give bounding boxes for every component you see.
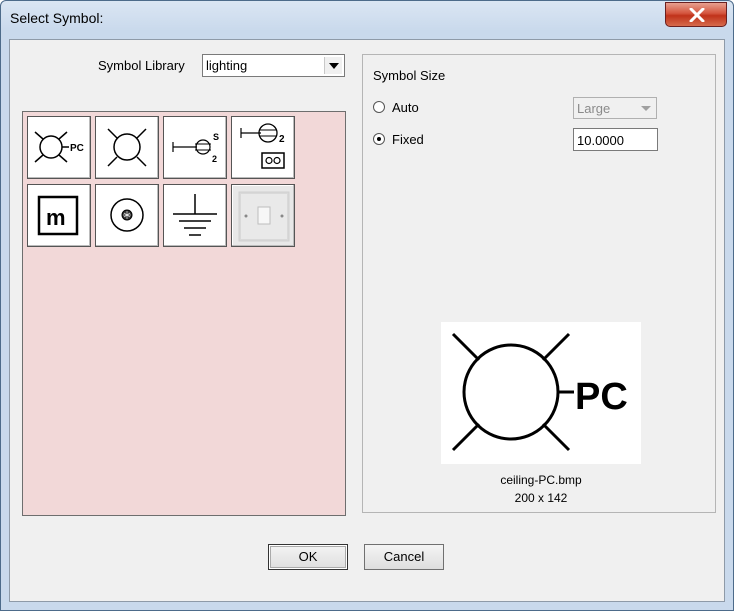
dialog-window: Select Symbol: Symbol Library lighting P… bbox=[0, 0, 734, 611]
preview-dimensions: 200 x 142 bbox=[514, 491, 568, 505]
symbol-size-panel: Symbol Size Auto Large Fixed 10.0000 PC bbox=[362, 54, 716, 513]
symbol-library-dropdown[interactable]: lighting bbox=[202, 54, 345, 77]
m-box-icon: m bbox=[37, 195, 79, 236]
dialog-title: Select Symbol: bbox=[10, 10, 104, 26]
chevron-down-icon[interactable] bbox=[324, 57, 342, 74]
m-box-icon-label: m bbox=[46, 205, 66, 230]
symbol-tile-spot[interactable] bbox=[95, 184, 159, 247]
symbol-library-label: Symbol Library bbox=[98, 58, 185, 73]
symbol-library-value: lighting bbox=[206, 58, 248, 73]
symbol-tile-m-box[interactable]: m bbox=[27, 184, 91, 247]
fixed-size-input[interactable]: 10.0000 bbox=[573, 128, 658, 151]
auto-size-dropdown: Large bbox=[573, 97, 657, 119]
symbol-tile-switch-socket[interactable]: 2 bbox=[231, 116, 295, 179]
symbol-tile-earth[interactable] bbox=[163, 184, 227, 247]
symbol-tile-wall-switch[interactable] bbox=[231, 184, 295, 247]
close-button[interactable] bbox=[665, 2, 727, 27]
chevron-down-icon bbox=[638, 100, 654, 116]
spot-light-icon bbox=[110, 198, 144, 232]
symbol-preview: PC bbox=[441, 322, 641, 464]
dialog-client: Symbol Library lighting PC S 2 2 m Symbo… bbox=[9, 39, 725, 602]
ceiling-pc-icon-label: PC bbox=[70, 143, 84, 154]
auto-size-value: Large bbox=[577, 101, 611, 116]
close-icon bbox=[689, 8, 705, 22]
symbol-grid: PC S 2 2 m bbox=[22, 111, 346, 516]
fixed-size-value: 10.0000 bbox=[577, 133, 624, 148]
preview-label: PC bbox=[575, 376, 628, 418]
symbol-tile-switch-s2[interactable]: S 2 bbox=[163, 116, 227, 179]
symbol-tile-ceiling-pc[interactable]: PC bbox=[27, 116, 91, 179]
switch-s2-icon: S 2 bbox=[172, 132, 219, 164]
ceiling-light-icon bbox=[107, 128, 147, 167]
switch-s2-icon-label-bottom: 2 bbox=[212, 154, 217, 164]
preview-filename: ceiling-PC.bmp bbox=[500, 473, 582, 487]
ok-button[interactable]: OK bbox=[268, 544, 348, 570]
title-bar[interactable]: Select Symbol: bbox=[1, 1, 733, 35]
fixed-radio-label[interactable]: Fixed bbox=[392, 132, 424, 147]
wall-switch-icon bbox=[238, 191, 290, 242]
auto-radio[interactable] bbox=[373, 101, 385, 113]
symbol-tile-ceiling[interactable] bbox=[95, 116, 159, 179]
symbol-size-title: Symbol Size bbox=[373, 68, 446, 83]
switch-socket-icon-label: 2 bbox=[279, 134, 285, 145]
cancel-button[interactable]: Cancel bbox=[364, 544, 444, 570]
auto-radio-label[interactable]: Auto bbox=[392, 100, 419, 115]
switch-s2-icon-label-top: S bbox=[213, 132, 219, 142]
ceiling-pc-preview-icon: PC bbox=[451, 332, 628, 452]
fixed-radio[interactable] bbox=[373, 133, 385, 145]
ceiling-pc-icon: PC bbox=[34, 131, 84, 163]
earth-ground-icon bbox=[173, 194, 217, 236]
switch-socket-icon: 2 bbox=[240, 123, 285, 169]
